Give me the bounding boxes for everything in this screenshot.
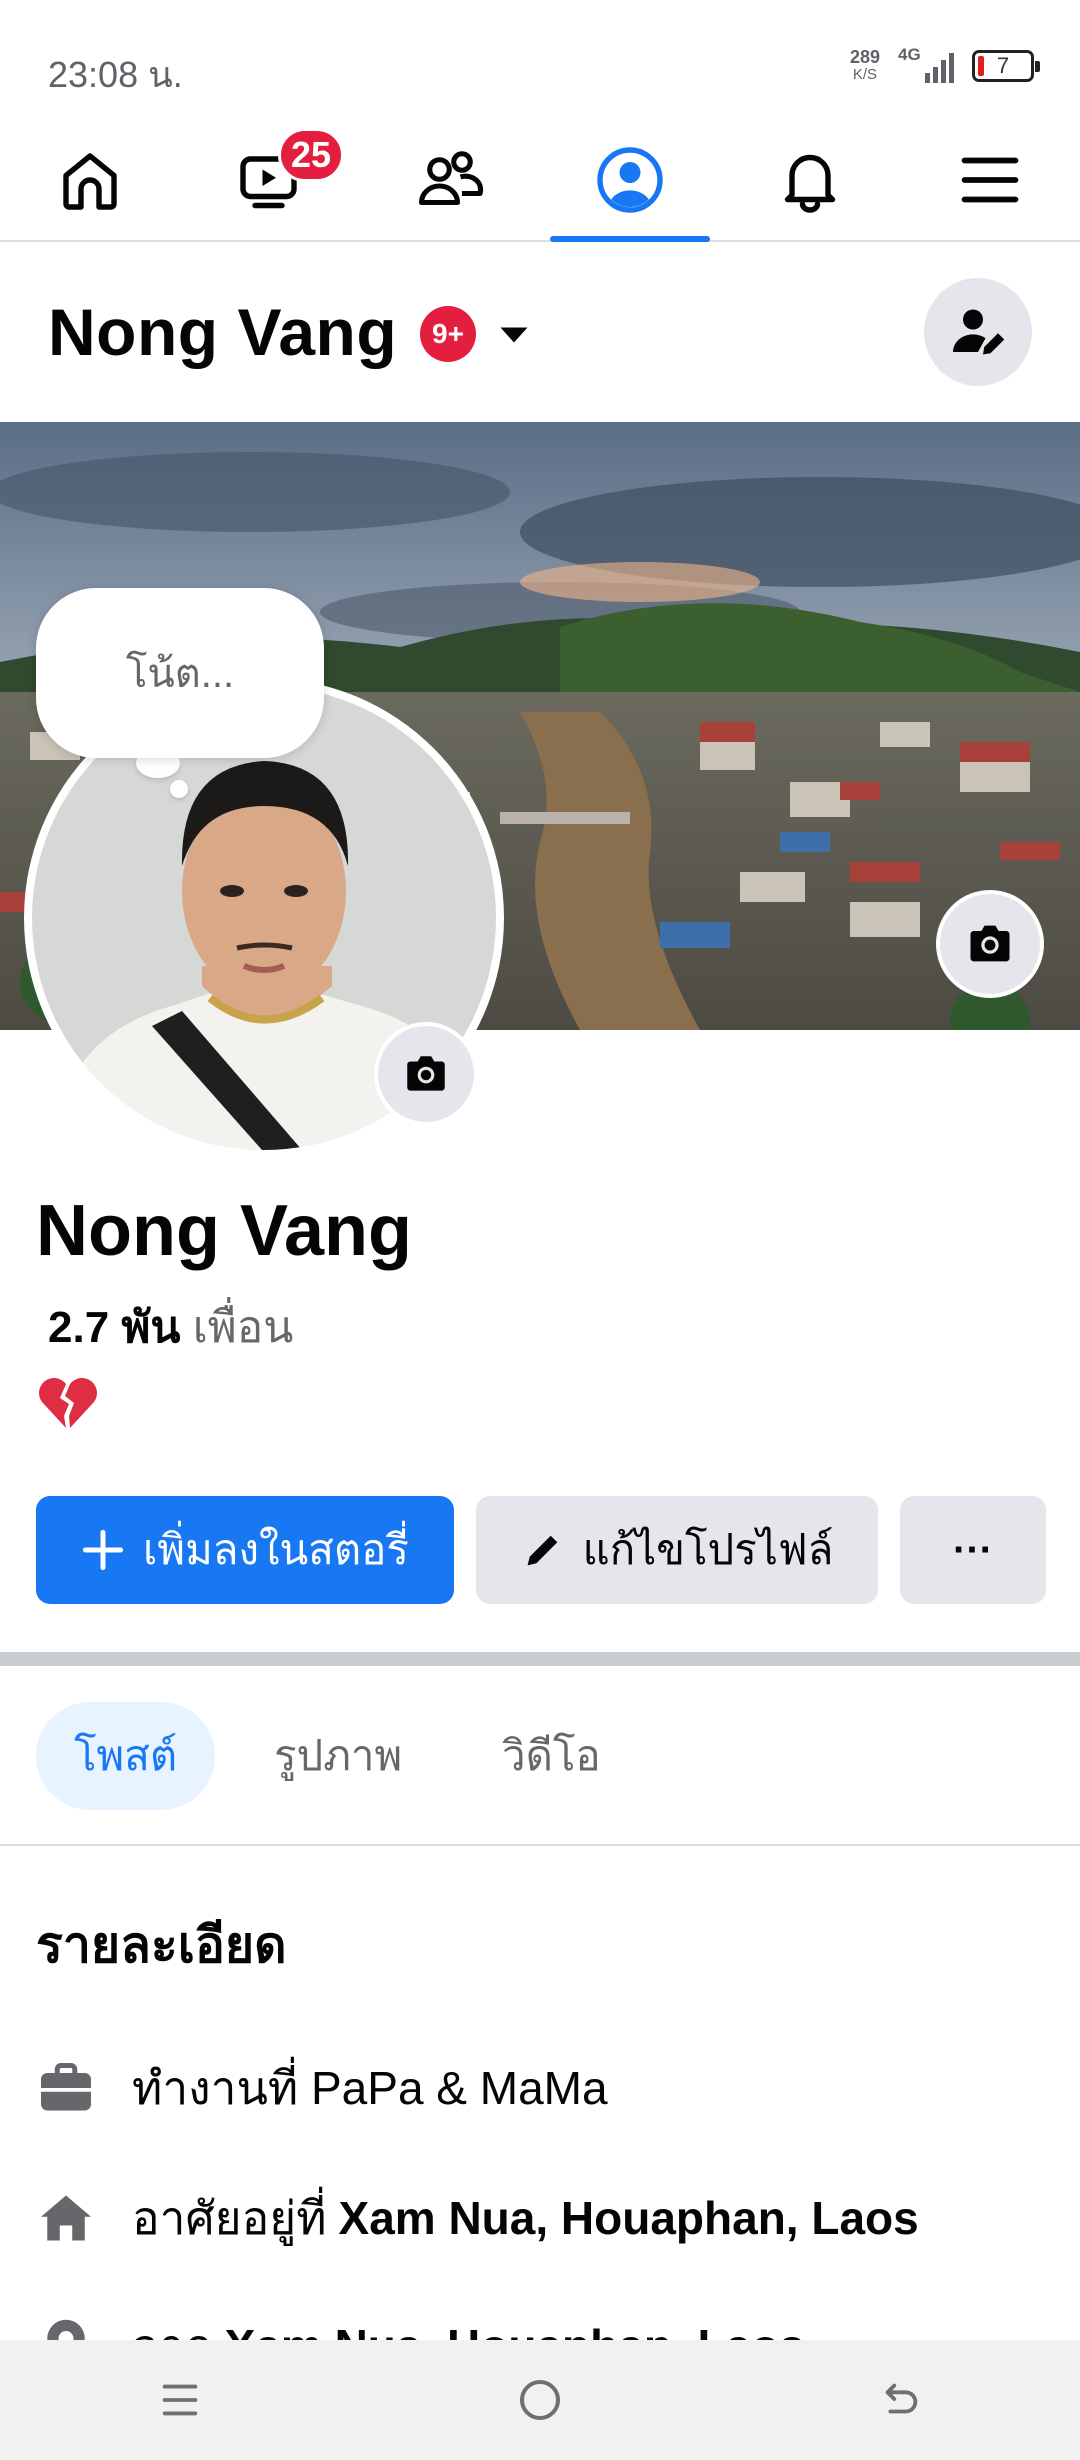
person-edit-icon [952, 309, 1005, 355]
friends-count-label: เพื่อน [192, 1303, 294, 1352]
chevron-down-icon[interactable] [496, 320, 532, 350]
system-back-button[interactable] [840, 2340, 960, 2460]
network-speed-value: 289 [849, 47, 880, 67]
status-time: 23:08 น. [48, 54, 183, 95]
briefcase-icon [41, 2063, 91, 2111]
cover-camera-button[interactable] [936, 890, 1044, 998]
profile-picture-camera-button[interactable] [374, 1022, 478, 1126]
nav-menu[interactable] [910, 120, 1070, 240]
pencil-icon [527, 1535, 557, 1566]
profile-icon [597, 147, 663, 213]
friends-icon [418, 151, 484, 206]
tab-videos[interactable]: วิดีโอ [464, 1702, 639, 1810]
note-bubble[interactable]: โน้ต... [36, 588, 324, 758]
system-recents-button[interactable] [120, 2340, 240, 2460]
camera-icon [970, 925, 1010, 962]
back-icon [885, 2383, 918, 2414]
detail-lives-in-prefix: อาศัยอยู่ที่ [132, 2191, 327, 2244]
battery-icon: 7 [972, 50, 1040, 82]
detail-lives-in-place[interactable]: Xam Nua, Houaphan, Laos [339, 2191, 919, 2245]
nav-home[interactable] [10, 120, 170, 240]
edit-profile-icon-button[interactable] [924, 278, 1032, 386]
system-navigation-bar [0, 2340, 1080, 2460]
cellular-signal-icon: 4G [898, 45, 954, 83]
friends-count-value: 2.7 พัน [48, 1303, 181, 1352]
video-badge: 25 [278, 128, 345, 182]
nav-profile[interactable] [550, 120, 710, 242]
profile-header: Nong Vang 9+ [0, 244, 1080, 422]
camera-icon [407, 1056, 445, 1091]
add-to-story-label: เพิ่มลงในสตอรี่ [143, 1526, 409, 1573]
account-notification-badge: 9+ [420, 306, 476, 362]
detail-lives-in: อาศัยอยู่ที่ Xam Nua, Houaphan, Laos [36, 2178, 919, 2258]
status-indicators: 289 K/S 4G 7 [850, 44, 1040, 88]
nav-video[interactable]: 25 [190, 120, 350, 240]
section-divider [0, 1652, 1080, 1666]
edit-profile-button[interactable]: แก้ไขโปรไฟล์ [476, 1496, 878, 1604]
menu-icon [961, 157, 1019, 203]
profile-tabs: โพสต์ รูปภาพ วิดีโอ [0, 1666, 1080, 1846]
friends-count[interactable]: 2.7 พัน เพื่อน [48, 1292, 293, 1362]
plus-icon [82, 1529, 124, 1571]
detail-work: ทำงานที่ PaPa & MaMa [36, 2048, 608, 2128]
tab-photos[interactable]: รูปภาพ [236, 1702, 440, 1810]
recents-icon [162, 2384, 198, 2416]
more-options-button[interactable]: ··· [900, 1496, 1046, 1604]
home-icon [63, 153, 117, 210]
system-home-button[interactable] [480, 2340, 600, 2460]
edit-profile-label: แก้ไขโปรไฟล์ [582, 1526, 834, 1573]
nav-notifications[interactable] [730, 120, 890, 240]
nav-friends[interactable] [370, 120, 530, 240]
account-switcher-name[interactable]: Nong Vang [48, 294, 397, 370]
details-title: รายละเอียด [36, 1917, 287, 1973]
tab-posts[interactable]: โพสต์ [36, 1702, 216, 1810]
network-speed-unit: K/S [852, 66, 878, 83]
home-circle-icon [520, 2380, 560, 2420]
profile-name: Nong Vang [36, 1191, 412, 1271]
add-to-story-button[interactable]: เพิ่มลงในสตอรี่ [36, 1496, 454, 1604]
bell-icon [784, 154, 836, 213]
detail-work-text: ทำงานที่ PaPa & MaMa [132, 2061, 608, 2114]
network-speed: 289 K/S [850, 48, 880, 84]
top-navigation: 25 [0, 120, 1080, 242]
battery-level: 7 [996, 53, 1010, 78]
house-icon [41, 2195, 91, 2241]
broken-heart-icon [39, 1378, 97, 1428]
status-bar: 23:08 น. 289 K/S 4G 7 [0, 0, 1080, 120]
note-bubble-tail-small [170, 780, 188, 798]
network-type: 4G [898, 45, 921, 64]
